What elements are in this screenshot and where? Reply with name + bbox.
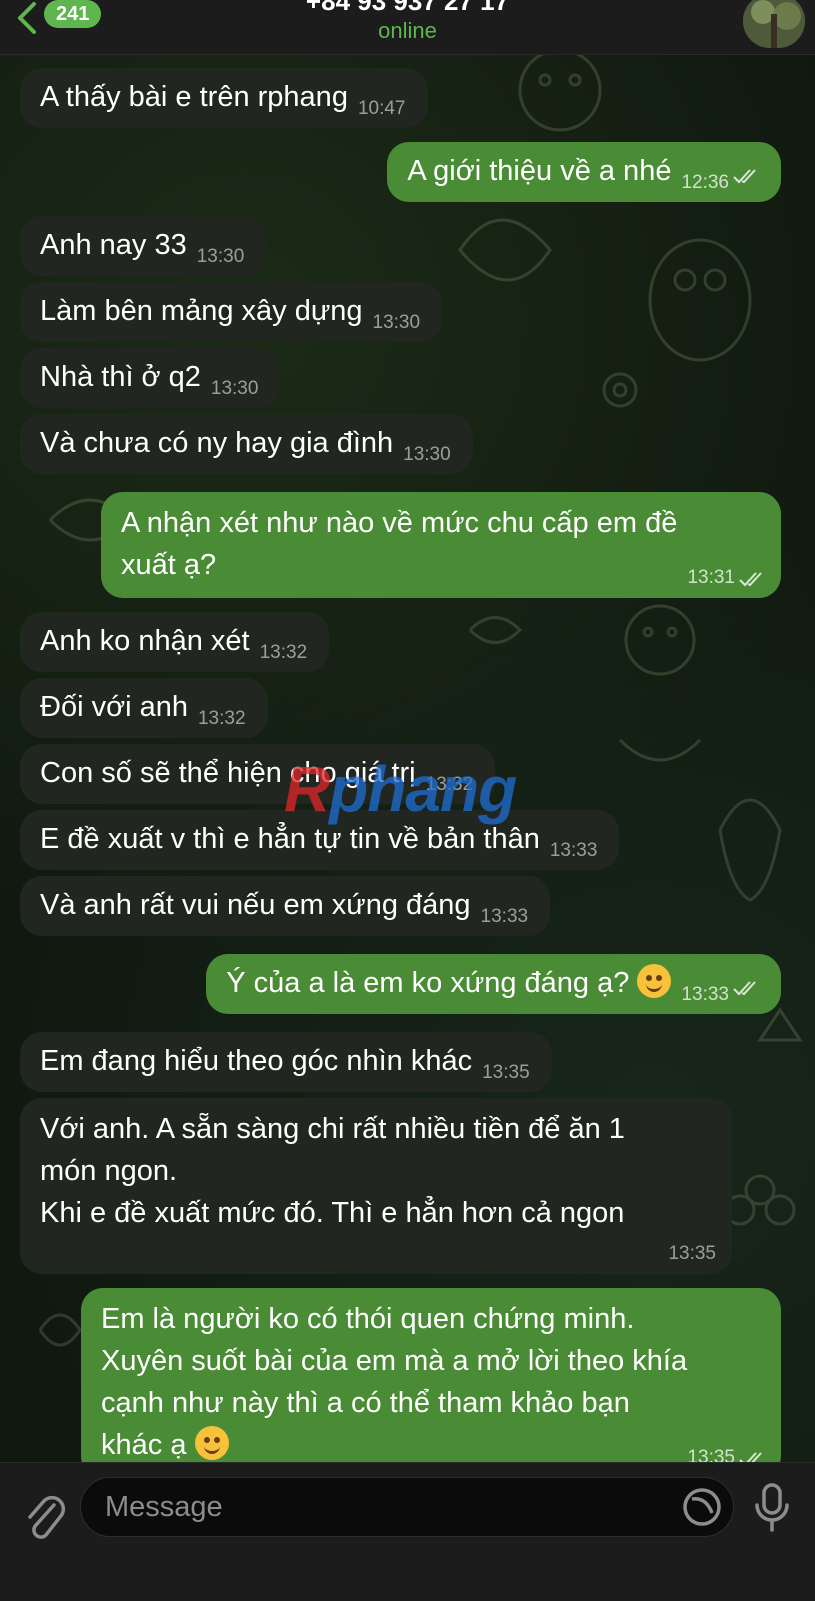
message-bubble-incoming[interactable]: A thấy bài e trên rphang 10:47 bbox=[20, 68, 428, 128]
message-text: E đề xuất v thì e hẳn tự tin về bản thân bbox=[40, 823, 540, 855]
message-bubble-incoming[interactable]: Với anh. A sẵn sàng chi rất nhiều tiền đ… bbox=[20, 1098, 732, 1274]
online-status: online bbox=[378, 18, 437, 43]
message-bubble-incoming[interactable]: Và chưa có ny hay gia đình 13:30 bbox=[20, 414, 473, 474]
message-time: 12:36 bbox=[681, 172, 729, 193]
message-line: khác ạ bbox=[101, 1429, 187, 1461]
message-text: A giới thiệu về a nhé bbox=[407, 155, 672, 187]
message-time: 13:35 bbox=[668, 1243, 716, 1264]
message-bubble-outgoing[interactable]: Ý của a là em ko xứng đáng ạ? 13:33 bbox=[206, 954, 781, 1014]
message-time: 13:32 bbox=[197, 708, 246, 729]
message-line: A nhận xét như nào về mức chu cấp em đề bbox=[121, 507, 678, 539]
message-time: 13:33 bbox=[480, 906, 529, 927]
message-time: 13:30 bbox=[210, 378, 259, 399]
contact-name[interactable]: +84 93 937 27 17 bbox=[0, 0, 815, 17]
smiling-face-emoji-icon bbox=[637, 964, 672, 998]
message-bubble-incoming[interactable]: Đối với anh 13:32 bbox=[20, 678, 268, 738]
sticker-icon[interactable] bbox=[680, 1485, 724, 1529]
contact-avatar[interactable] bbox=[743, 0, 805, 48]
message-text: Làm bên mảng xây dựng bbox=[40, 295, 363, 327]
message-input[interactable] bbox=[80, 1477, 734, 1537]
message-time: 13:30 bbox=[372, 312, 421, 333]
message-line: Xuyên suốt bài của em mà a mở lời theo k… bbox=[101, 1345, 688, 1377]
message-time: 13:31 bbox=[687, 566, 765, 590]
message-time: 10:47 bbox=[357, 98, 406, 119]
message-time: 13:33 bbox=[681, 984, 729, 1005]
message-text: Em đang hiểu theo góc nhìn khác bbox=[40, 1045, 473, 1077]
message-line: Khi e đề xuất mức đó. Thì e hẳn hơn cả n… bbox=[40, 1197, 625, 1229]
message-bubble-incoming[interactable]: Làm bên mảng xây dựng 13:30 bbox=[20, 282, 443, 342]
message-text: A thấy bài e trên rphang bbox=[40, 81, 348, 113]
message-line: Em là người ko có thói quen chứng minh. bbox=[101, 1303, 635, 1335]
message-bubble-incoming[interactable]: Em đang hiểu theo góc nhìn khác 13:35 bbox=[20, 1032, 552, 1092]
message-bubble-outgoing[interactable]: Em là người ko có thói quen chứng minh. … bbox=[81, 1288, 781, 1478]
message-bubble-outgoing[interactable]: A nhận xét như nào về mức chu cấp em đề … bbox=[101, 492, 781, 598]
message-line: món ngon. bbox=[40, 1155, 178, 1187]
message-time: 13:30 bbox=[196, 246, 245, 267]
microphone-icon[interactable] bbox=[752, 1481, 792, 1535]
watermark-letter: R bbox=[284, 753, 330, 825]
message-line-with-emoji: khác ạ bbox=[101, 1424, 759, 1466]
message-text: Nhà thì ở q2 bbox=[40, 361, 201, 393]
read-receipt-icon bbox=[739, 572, 762, 587]
message-line: Với anh. A sẵn sàng chi rất nhiều tiền đ… bbox=[40, 1113, 625, 1145]
rphang-watermark-logo: Rphang bbox=[284, 752, 517, 826]
paperclip-attach-icon[interactable] bbox=[22, 1491, 66, 1543]
message-bubble-incoming[interactable]: Nhà thì ở q2 13:30 bbox=[20, 348, 281, 408]
message-composer bbox=[0, 1462, 815, 1601]
message-text: Và chưa có ny hay gia đình bbox=[40, 427, 394, 459]
message-time: 13:33 bbox=[549, 840, 598, 861]
message-bubble-incoming[interactable]: Anh nay 33 13:30 bbox=[20, 216, 267, 276]
read-receipt-icon bbox=[733, 169, 756, 184]
message-text: Đối với anh bbox=[40, 691, 188, 723]
message-bubble-incoming[interactable]: Anh ko nhận xét 13:32 bbox=[20, 612, 330, 672]
message-line: xuất ạ? bbox=[121, 549, 217, 581]
message-bubble-incoming[interactable]: Và anh rất vui nếu em xứng đáng 13:33 bbox=[20, 876, 551, 936]
message-text: Anh nay 33 bbox=[40, 229, 187, 261]
avatar-photo bbox=[743, 0, 805, 48]
message-text: Ý của a là em ko xứng đáng ạ? bbox=[226, 967, 630, 999]
message-time: 13:35 bbox=[482, 1062, 530, 1083]
message-time: 13:30 bbox=[403, 444, 451, 465]
message-time: 13:32 bbox=[259, 642, 308, 663]
message-bubble-outgoing[interactable]: A giới thiệu về a nhé 12:36 bbox=[387, 142, 781, 202]
message-line: cạnh như này thì a có thể tham khảo bạn bbox=[101, 1387, 630, 1419]
message-text: Và anh rất vui nếu em xứng đáng bbox=[40, 889, 471, 921]
smiling-face-emoji-icon bbox=[194, 1426, 229, 1460]
message-text: Anh ko nhận xét bbox=[40, 625, 250, 657]
watermark-text: phang bbox=[329, 753, 517, 825]
read-receipt-icon bbox=[733, 981, 756, 996]
chat-header: 241 +84 93 937 27 17 online bbox=[0, 0, 815, 55]
